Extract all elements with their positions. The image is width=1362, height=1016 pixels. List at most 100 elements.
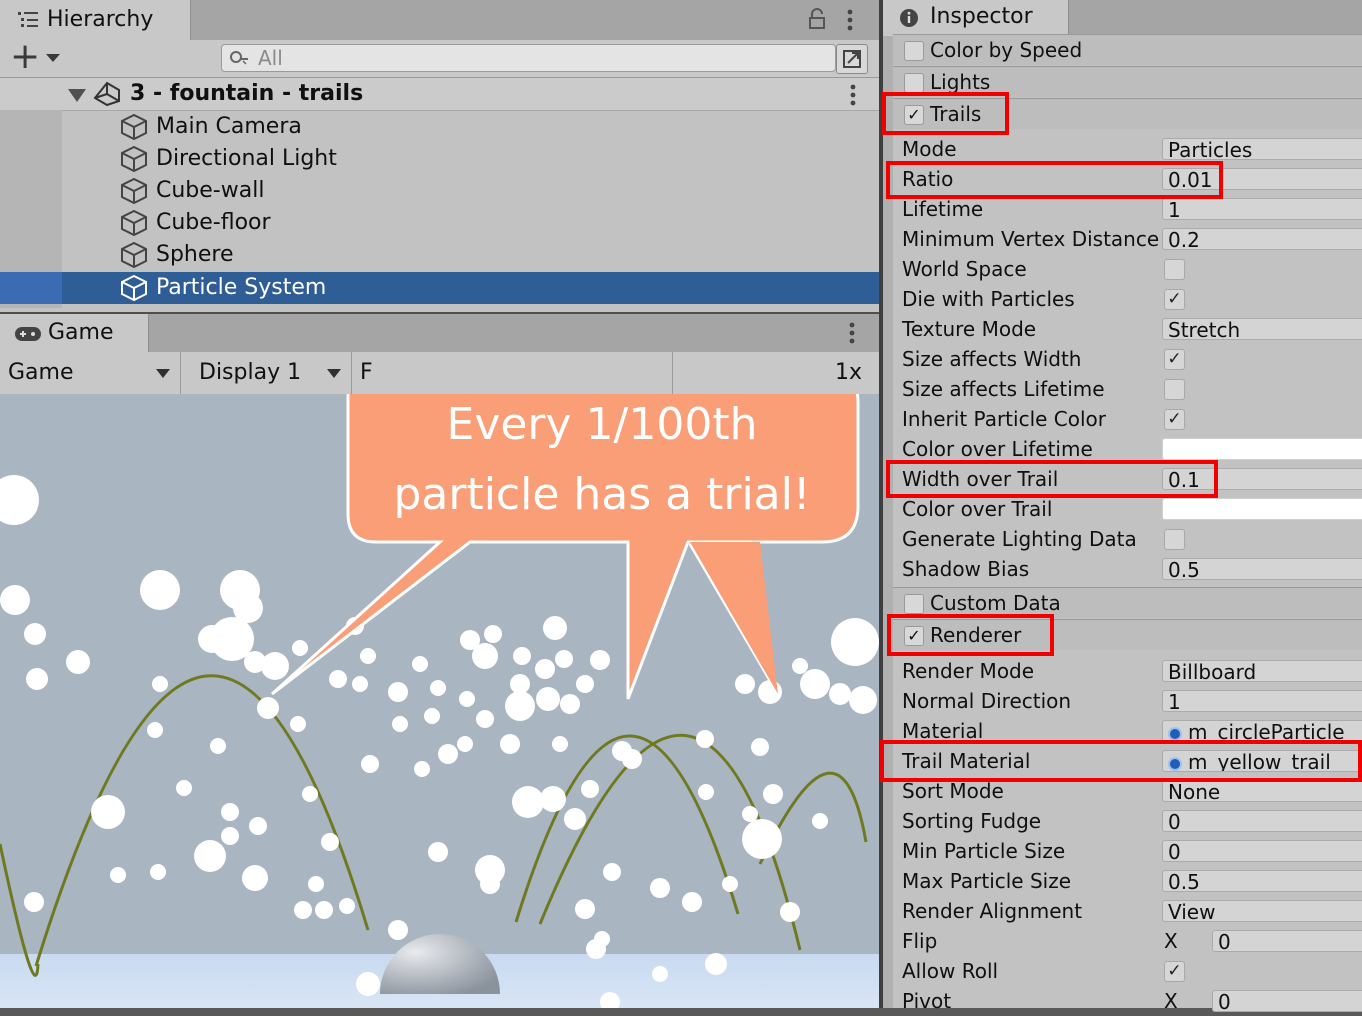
- max-particle-size-field[interactable]: 0.5: [1162, 870, 1362, 892]
- hierarchy-tab-title: Hierarchy: [47, 7, 154, 32]
- chevron-down-icon: [156, 369, 170, 378]
- texture-mode-dropdown[interactable]: Stretch: [1162, 318, 1362, 340]
- prop-size-affects-width: Size affects Width ✓: [893, 344, 1362, 374]
- module-checkbox[interactable]: [904, 41, 924, 61]
- game-tab-title: Game: [48, 320, 114, 345]
- mode-dropdown[interactable]: Particles: [1162, 138, 1362, 160]
- prop-label: Min Particle Size: [902, 839, 1066, 863]
- min-particle-size-field[interactable]: 0: [1162, 840, 1362, 862]
- prop-label: Render Alignment: [902, 899, 1083, 923]
- prop-render-alignment: Render Alignment View: [893, 896, 1362, 926]
- gameobject-cube-icon: [120, 113, 148, 141]
- prop-max-particle-size: Max Particle Size 0.5: [893, 866, 1362, 896]
- prop-label: Generate Lighting Data: [902, 527, 1137, 551]
- color-over-trail-swatch[interactable]: [1162, 498, 1362, 520]
- generate-lighting-data-checkbox[interactable]: [1164, 529, 1185, 550]
- min-vertex-distance-field[interactable]: 0.2: [1162, 228, 1362, 250]
- hierarchy-item-cube-floor[interactable]: Cube-floor: [62, 207, 879, 239]
- module-label: Color by Speed: [930, 38, 1083, 62]
- scene-row[interactable]: 3 - fountain - trails: [0, 78, 879, 111]
- prop-sorting-fudge: Sorting Fudge 0: [893, 806, 1362, 836]
- prop-mode: Mode Particles: [893, 134, 1362, 164]
- prop-label: Allow Roll: [902, 959, 999, 983]
- info-icon: [899, 8, 919, 32]
- size-affects-width-checkbox[interactable]: ✓: [1164, 349, 1185, 370]
- display-dropdown[interactable]: Display 1: [181, 352, 352, 394]
- hierarchy-item-label: Particle System: [156, 275, 327, 300]
- material-icon: [1168, 727, 1182, 741]
- highlight-renderer: [887, 614, 1054, 656]
- prop-color-over-trail: Color over Trail: [893, 494, 1362, 524]
- shadow-bias-field[interactable]: 0.5: [1162, 558, 1362, 580]
- scene-menu-icon[interactable]: [849, 84, 857, 110]
- highlight-trail-material: [880, 740, 1362, 782]
- gameobject-cube-icon: [120, 241, 148, 269]
- resolution-dropdown[interactable]: F: [352, 352, 673, 394]
- view-mode-dropdown[interactable]: Game: [0, 352, 181, 394]
- triangle-down-icon[interactable]: [68, 89, 86, 102]
- search-options-button[interactable]: [836, 44, 868, 74]
- prop-label: Mode: [902, 137, 957, 161]
- prop-label: Die with Particles: [902, 287, 1075, 311]
- hierarchy-menu-icon[interactable]: [846, 9, 854, 35]
- prop-label: Flip: [902, 929, 938, 953]
- game-scene-render: Every 1/100th particle has a trial!: [0, 394, 879, 1008]
- prop-label: Normal Direction: [902, 689, 1072, 713]
- material-value: m_circleParticle: [1188, 720, 1345, 742]
- lock-icon[interactable]: [808, 8, 826, 34]
- search-icon: [228, 48, 250, 72]
- lifetime-field[interactable]: 1: [1162, 198, 1362, 220]
- chevron-down-icon: [327, 369, 341, 378]
- game-menu-icon[interactable]: [848, 322, 856, 348]
- prop-label: Pivot: [902, 989, 952, 1013]
- module-checkbox[interactable]: [904, 73, 924, 93]
- game-tab[interactable]: Game: [0, 314, 149, 352]
- hierarchy-tab[interactable]: Hierarchy: [0, 0, 191, 40]
- normal-direction-field[interactable]: 1: [1162, 690, 1362, 712]
- allow-roll-checkbox[interactable]: ✓: [1164, 961, 1185, 982]
- hierarchy-search-input[interactable]: All: [221, 44, 836, 72]
- prop-label: World Space: [902, 257, 1027, 281]
- prop-size-affects-lifetime: Size affects Lifetime: [893, 374, 1362, 404]
- hierarchy-item-particle-system[interactable]: Particle System: [62, 272, 879, 304]
- view-mode-label: Game: [8, 360, 74, 385]
- flip-x-field[interactable]: 0: [1212, 930, 1362, 952]
- open-window-icon: [843, 50, 861, 68]
- hierarchy-item-label: Sphere: [156, 242, 234, 267]
- pivot-x-field[interactable]: 0: [1212, 990, 1362, 1012]
- callout-line-1: Every 1/100th: [447, 399, 758, 450]
- sorting-fudge-field[interactable]: 0: [1162, 810, 1362, 832]
- resolution-label: F: [360, 360, 373, 385]
- hierarchy-item-directional-light[interactable]: Directional Light: [62, 143, 879, 175]
- material-object-field[interactable]: m_circleParticle: [1162, 720, 1362, 742]
- callout-line-2: particle has a trial!: [393, 469, 810, 520]
- module-checkbox[interactable]: [904, 594, 924, 614]
- hierarchy-item-sphere[interactable]: Sphere: [62, 239, 879, 271]
- hierarchy-item-main-camera[interactable]: Main Camera: [62, 111, 879, 143]
- prop-min-particle-size: Min Particle Size 0: [893, 836, 1362, 866]
- size-affects-lifetime-checkbox[interactable]: [1164, 379, 1185, 400]
- hierarchy-item-label: Cube-wall: [156, 178, 265, 203]
- prop-allow-roll: Allow Roll ✓: [893, 956, 1362, 986]
- chevron-down-icon: [46, 54, 60, 62]
- prop-label: Minimum Vertex Distance: [902, 227, 1160, 251]
- inspector-tab[interactable]: Inspector: [883, 0, 1069, 36]
- highlight-trails: [882, 92, 1009, 135]
- inspector-tab-title: Inspector: [930, 4, 1033, 29]
- render-alignment-dropdown[interactable]: View: [1162, 900, 1362, 922]
- search-placeholder: All: [258, 46, 283, 70]
- die-with-particles-checkbox[interactable]: ✓: [1164, 289, 1185, 310]
- add-object-button[interactable]: +: [10, 36, 66, 77]
- color-over-lifetime-swatch[interactable]: [1162, 438, 1362, 460]
- game-viewport[interactable]: Every 1/100th particle has a trial!: [0, 394, 879, 1008]
- world-space-checkbox[interactable]: [1164, 259, 1185, 280]
- module-color-by-speed[interactable]: Color by Speed: [893, 34, 1362, 65]
- prop-label: Shadow Bias: [902, 557, 1030, 581]
- sort-mode-dropdown[interactable]: None: [1162, 780, 1362, 802]
- inherit-particle-color-checkbox[interactable]: ✓: [1164, 409, 1185, 430]
- hierarchy-item-cube-wall[interactable]: Cube-wall: [62, 175, 879, 207]
- prop-flip: Flip X 0: [893, 926, 1362, 956]
- hierarchy-item-label: Directional Light: [156, 146, 337, 171]
- selection-gutter: [0, 272, 62, 304]
- render-mode-dropdown[interactable]: Billboard: [1162, 660, 1362, 682]
